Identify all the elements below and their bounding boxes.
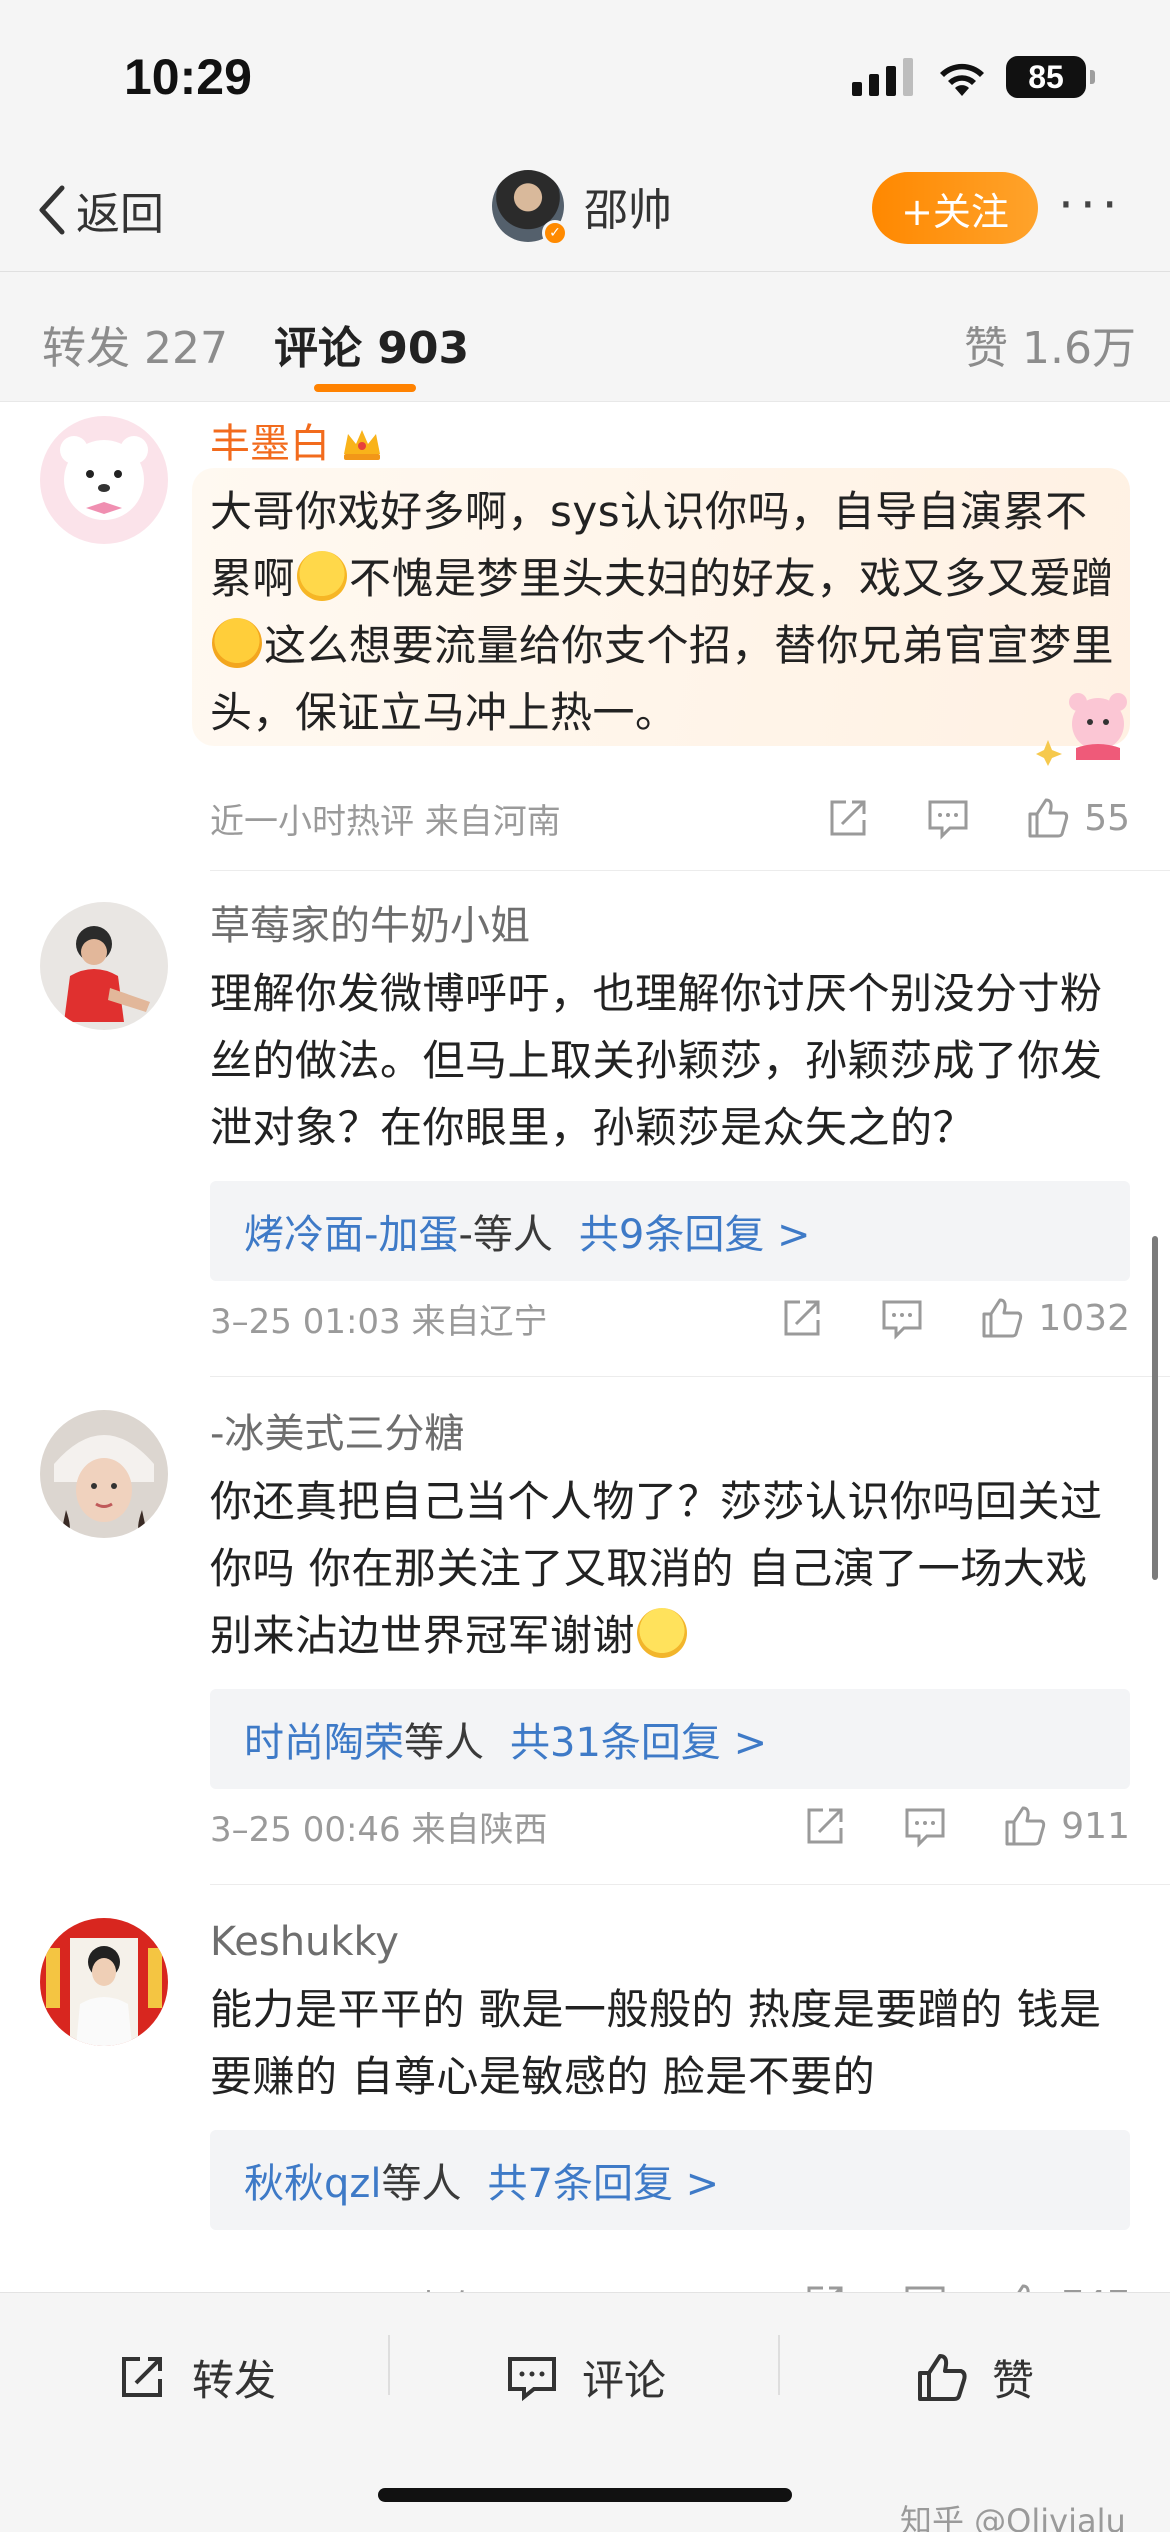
comment-text: 你还真把自己当个人物了？莎莎认识你吗回关过你吗 你在那关注了又取消的 自己演了一… (210, 1477, 1103, 1660)
avatar[interactable]: ✓ (492, 170, 568, 246)
reply-button[interactable] (903, 2282, 947, 2292)
comment-text: 大哥你戏好多啊，sys认识你吗，自导自演累不累啊 不愧是梦里头夫妇的好友，戏又多又… (210, 487, 1115, 737)
like-button[interactable]: 赞 (916, 2337, 1034, 2417)
like-count: 747 (1061, 2284, 1130, 2293)
like-button[interactable]: 55 (1026, 796, 1130, 840)
status-bar: 10:29 85 (0, 0, 1170, 150)
share-icon (807, 2286, 843, 2292)
like-button[interactable]: 1032 (980, 1296, 1130, 1340)
reply-button[interactable] (880, 1296, 924, 1340)
comment-username[interactable]: Keshukky (210, 1914, 1130, 1970)
comment-icon (508, 2357, 556, 2402)
comment-username[interactable]: -冰美式三分糖 (210, 1406, 1130, 1462)
avatar[interactable] (40, 1918, 168, 2046)
nav-bar: 返回 ✓ 邵帅 +关注 ··· (0, 150, 1170, 272)
tab-repost[interactable]: 转发 227 (42, 312, 228, 376)
avatar[interactable] (40, 1410, 168, 1538)
divider (210, 1884, 1170, 1885)
share-button[interactable] (780, 1296, 824, 1340)
replies-preview[interactable]: 时尚陶荣 等人 共31条回复 > (210, 1689, 1130, 1789)
thumbs-up-icon (982, 1298, 1023, 1338)
share-button[interactable] (803, 1804, 847, 1848)
scrollbar[interactable] (1152, 1236, 1158, 1580)
watermark: 知乎 @Olivialu (900, 2502, 1126, 2532)
comment-icon (928, 800, 968, 840)
battery-icon: 85 (1006, 56, 1095, 98)
tab-like[interactable]: 赞 1.6万 (964, 312, 1136, 376)
thumbs-up-icon (1017, 2284, 1030, 2292)
divider (778, 2335, 780, 2395)
follow-button[interactable]: +关注 (872, 172, 1038, 244)
divider (210, 870, 1170, 871)
like-button[interactable]: 747 (1003, 2282, 1130, 2292)
thumbs-up-icon (918, 2354, 967, 2401)
reply-username[interactable]: 烤冷面-加蛋 (244, 1202, 458, 1260)
reply-count-link[interactable]: 共9条回复 > (579, 1202, 811, 1260)
replies-preview[interactable]: 秋秋qzl 等人 共7条回复 > (210, 2130, 1130, 2230)
crown-badge-icon (344, 430, 380, 460)
share-button[interactable] (803, 2282, 847, 2292)
like-count: 911 (1061, 1805, 1130, 1847)
reply-button[interactable] (903, 1804, 947, 1848)
replies-preview[interactable]: 烤冷面-加蛋 -等人 共9条回复 > (210, 1181, 1130, 1281)
back-label: 返回 (76, 189, 164, 240)
status-time: 10:29 (124, 49, 252, 105)
tab-bar: 转发 227 评论 903 赞 1.6万 (0, 272, 1170, 402)
share-button[interactable] (826, 796, 870, 840)
comment-button[interactable]: 评论 (506, 2337, 666, 2417)
reply-count-link[interactable]: 共7条回复 > (488, 2151, 720, 2209)
divider (210, 1376, 1170, 1377)
thumbs-up-icon (1005, 1806, 1046, 1846)
comment-username[interactable]: 草莓家的牛奶小姐 (210, 898, 1130, 954)
comment-icon (882, 1300, 922, 1340)
smirk-emoji-icon (297, 551, 348, 601)
reply-count-link[interactable]: 共31条回复 > (510, 1710, 767, 1768)
share-icon (784, 1300, 820, 1336)
chevron-left-icon (39, 185, 65, 235)
divider (388, 2335, 390, 2395)
comment-icon (905, 1808, 945, 1848)
comment-list[interactable]: 丰墨白 大哥你戏好多啊，sys认识你吗，自导自演累不累啊 不愧是梦里头夫妇的好友，… (0, 402, 1170, 2292)
avatar[interactable] (40, 416, 168, 544)
reply-username[interactable]: 秋秋qzl (244, 2151, 382, 2209)
share-icon (122, 2357, 162, 2397)
comment-text: 能力是平平的 歌是一般般的 热度是要蹭的 钱是要赚的 自尊心是敏感的 脸是不要的 (210, 1985, 1102, 2101)
reply-button[interactable] (926, 796, 970, 840)
tab-comment[interactable]: 评论 903 (274, 312, 469, 376)
reply-username[interactable]: 时尚陶荣 (244, 1710, 404, 1768)
share-icon (807, 1808, 843, 1844)
active-tab-indicator (314, 384, 416, 392)
hug-emoji-icon (212, 618, 262, 668)
verified-badge-icon: ✓ (542, 220, 568, 246)
comment-meta: 3–25 01:03 来自辽宁 1032 (210, 1296, 1130, 1342)
profile-header[interactable]: ✓ 邵帅 (492, 170, 672, 246)
comment-icon (905, 2286, 945, 2292)
back-button[interactable]: 返回 (34, 178, 164, 242)
like-button[interactable]: 911 (1003, 1804, 1130, 1848)
comment-meta: 3–25 02:35 来自四川 747 (210, 2274, 1130, 2292)
like-count: 55 (1084, 797, 1130, 839)
share-icon (830, 800, 866, 836)
comment-meta: 3–25 00:46 来自陕西 911 (210, 1804, 1130, 1850)
wifi-icon (940, 63, 984, 96)
profile-name[interactable]: 邵帅 (584, 174, 672, 238)
like-count: 1032 (1038, 1297, 1130, 1339)
comment-meta: 近一小时热评 来自河南 55 (210, 796, 1130, 842)
repost-button[interactable]: 转发 (116, 2337, 276, 2417)
avatar[interactable] (40, 902, 168, 1030)
smile-emoji-icon (637, 1608, 688, 1658)
cellular-signal-icon (852, 58, 913, 96)
home-indicator[interactable] (378, 2488, 792, 2502)
comment-username[interactable]: 丰墨白 (210, 416, 1130, 472)
thumbs-up-icon (1028, 798, 1069, 838)
more-options-icon[interactable]: ··· (1058, 180, 1124, 230)
comment-text: 理解你发微博呼吁，也理解你讨厌个别没分寸粉丝的做法。但马上取关孙颖莎，孙颖莎成了… (210, 969, 1103, 1152)
bear-sticker-icon (1036, 693, 1127, 766)
